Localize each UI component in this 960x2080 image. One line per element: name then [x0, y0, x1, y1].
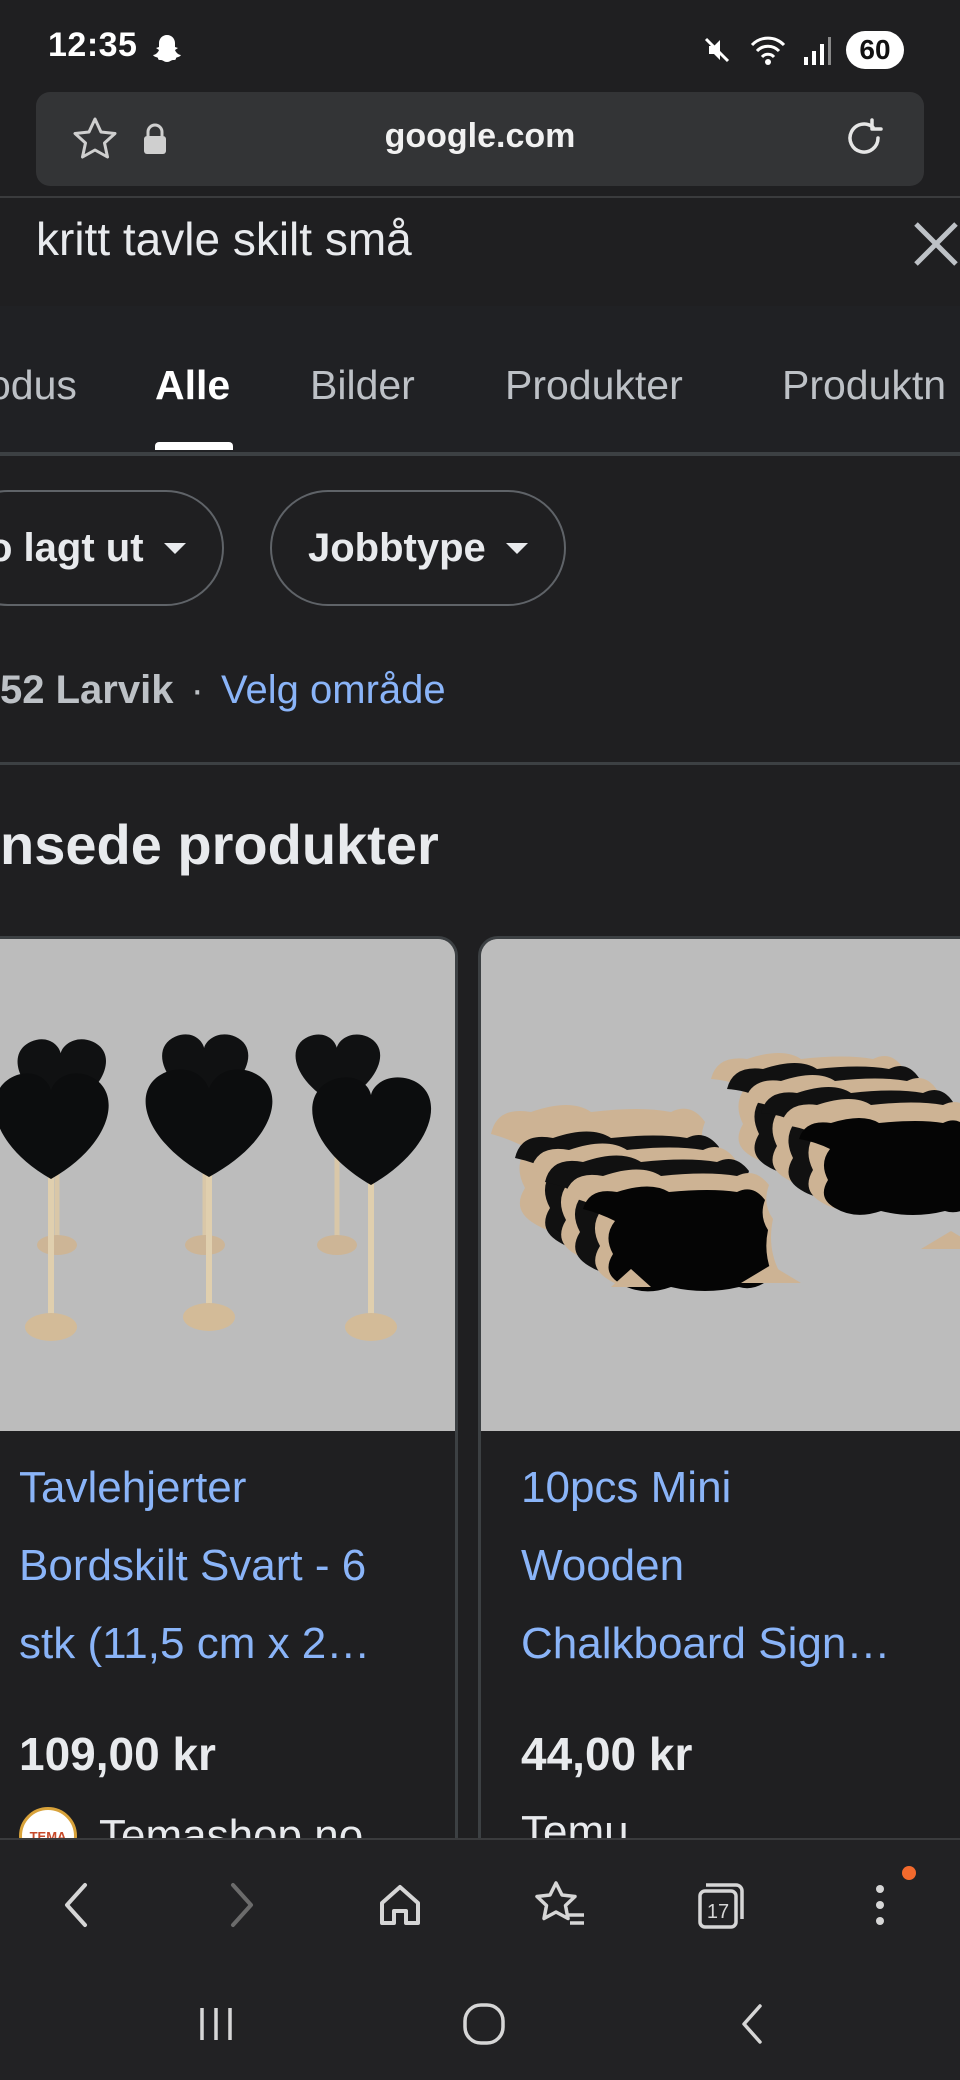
- menu-button[interactable]: [845, 1870, 915, 1940]
- battery-indicator: 60: [846, 31, 904, 69]
- tab-alle[interactable]: Alle: [155, 362, 230, 409]
- bookmarks-button[interactable]: [525, 1870, 595, 1940]
- filter-chip-date-posted[interactable]: o lagt ut: [0, 490, 224, 606]
- product-price: 44,00 kr: [521, 1728, 693, 1780]
- product-title[interactable]: Tavlehjerter Bordskilt Svart - 6 stk (11…: [19, 1449, 431, 1683]
- chip-label: Jobbtype: [308, 525, 486, 570]
- url-bar[interactable]: google.com: [36, 92, 924, 186]
- chip-label: o lagt ut: [0, 525, 144, 570]
- product-price: 109,00 kr: [19, 1728, 216, 1780]
- menu-icon: [876, 1885, 884, 1925]
- product-card[interactable]: 10pcs Mini Wooden Chalkboard Sign… 44,00…: [478, 936, 960, 1956]
- search-tabs: odus Alle Bilder Produkter Produktn: [0, 306, 960, 454]
- tab-produktnettsteder[interactable]: Produktn: [782, 362, 946, 409]
- reload-icon[interactable]: [838, 112, 890, 164]
- forward-button[interactable]: [206, 1870, 276, 1940]
- chevron-down-icon: [163, 542, 186, 554]
- title-line: 10pcs Mini: [521, 1463, 732, 1512]
- system-nav-bar: [0, 1968, 960, 2080]
- heart-chalkboards-image: [0, 939, 455, 1431]
- product-card[interactable]: Tavlehjerter Bordskilt Svart - 6 stk (11…: [0, 936, 458, 1956]
- status-time: 12:35: [48, 26, 138, 64]
- location-line: 52 Larvik · Velg område: [0, 668, 446, 728]
- filter-chip-job-type[interactable]: Jobbtype: [270, 490, 566, 606]
- bookmarks-icon: [535, 1881, 584, 1925]
- back-button[interactable]: [42, 1870, 112, 1940]
- choose-area-link[interactable]: Velg område: [221, 668, 446, 712]
- status-right: 60: [700, 28, 904, 72]
- notification-dot: [902, 1866, 916, 1880]
- system-back-icon: [742, 2004, 762, 2044]
- filter-chips: o lagt ut Jobbtype: [0, 456, 960, 628]
- back-icon: [65, 1883, 87, 1927]
- section-title: nsede produkter: [0, 813, 439, 876]
- divider: [0, 762, 960, 765]
- active-tab-indicator: [155, 442, 233, 450]
- url-domain[interactable]: google.com: [36, 117, 924, 156]
- browser-bottom-nav: 17: [0, 1838, 960, 1968]
- tab-bilder[interactable]: Bilder: [310, 362, 415, 409]
- title-line: Tavlehjerter: [19, 1463, 247, 1512]
- product-image[interactable]: [481, 939, 960, 1431]
- snapchat-icon: [153, 35, 181, 62]
- separator: ·: [190, 668, 204, 712]
- location-place: 52 Larvik: [0, 668, 174, 712]
- system-home-icon: [463, 2003, 505, 2045]
- tabs-icon: 17: [698, 1883, 744, 1929]
- chevron-down-icon: [505, 542, 528, 554]
- screen: 12:35 60 google.com kritt tavle skilt sm…: [0, 0, 960, 2080]
- product-image[interactable]: [0, 939, 455, 1431]
- wifi-icon: [750, 36, 786, 65]
- system-back-button[interactable]: [720, 1994, 784, 2054]
- search-query[interactable]: kritt tavle skilt små: [36, 212, 412, 266]
- status-bar: 12:35 60: [0, 0, 960, 92]
- home-button[interactable]: [365, 1870, 435, 1940]
- home-icon: [380, 1885, 420, 1925]
- wooden-chalkboards-image: [481, 939, 960, 1431]
- title-line: Bordskilt Svart - 6: [19, 1541, 367, 1590]
- forward-icon: [231, 1883, 253, 1927]
- tab-produkter[interactable]: Produkter: [505, 362, 683, 409]
- title-line: Chalkboard Sign…: [521, 1619, 891, 1668]
- title-line: stk (11,5 cm x 2…: [19, 1619, 371, 1668]
- tab-modus[interactable]: odus: [0, 362, 77, 409]
- title-line: Wooden: [521, 1541, 685, 1590]
- system-home-button[interactable]: [452, 1994, 516, 2054]
- recent-apps-icon: [200, 2008, 232, 2040]
- signal-icon: [804, 37, 831, 65]
- product-title[interactable]: 10pcs Mini Wooden Chalkboard Sign…: [521, 1449, 960, 1683]
- tabs-button[interactable]: 17: [685, 1870, 755, 1940]
- clear-search-icon[interactable]: [904, 212, 960, 276]
- tab-count: 17: [707, 1901, 729, 1923]
- recent-apps-button[interactable]: [184, 1994, 248, 2054]
- mute-icon: [704, 37, 730, 63]
- search-box[interactable]: kritt tavle skilt små: [0, 198, 960, 306]
